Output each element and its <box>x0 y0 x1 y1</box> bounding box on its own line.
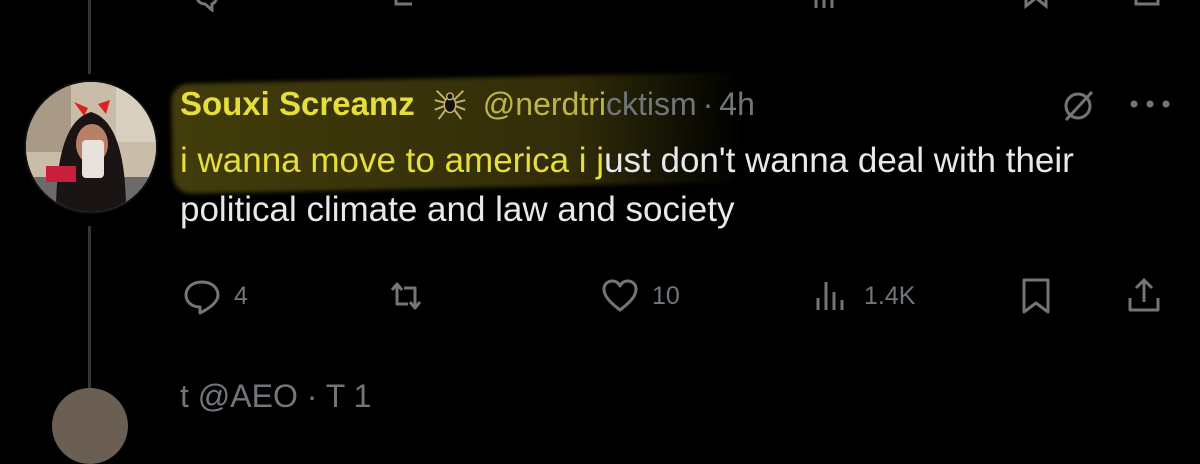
tweet-text-highlighted: i wanna move to america i j <box>180 141 605 180</box>
views-icon[interactable] <box>812 0 842 12</box>
timestamp[interactable]: 4h <box>719 86 755 123</box>
reply-icon <box>184 280 220 315</box>
user-handle[interactable]: @nerdtricktism <box>483 86 697 123</box>
like-count: 10 <box>652 281 680 310</box>
reply-icon[interactable] <box>190 0 220 12</box>
more-dots-icon[interactable] <box>1128 96 1172 112</box>
repost-icon <box>390 282 422 310</box>
bookmark-icon[interactable] <box>1022 0 1052 12</box>
view-count: 1.4K <box>864 281 916 310</box>
action-bar: 4 10 1.4K <box>0 270 1200 322</box>
next-tweet-header: t @AEO · T 1 <box>180 378 372 414</box>
display-name[interactable]: Souxi Screamz <box>180 85 415 123</box>
spider-icon <box>434 90 466 120</box>
repost-icon[interactable] <box>392 0 422 12</box>
avatar-image <box>26 82 156 212</box>
views-bars-icon <box>816 282 844 310</box>
handle-highlighted: @nerdtri <box>482 85 606 122</box>
avatar[interactable] <box>24 80 158 214</box>
handle-rest: cktism <box>605 85 697 122</box>
next-tweet-avatar[interactable] <box>52 388 128 464</box>
reply-count: 4 <box>234 281 248 310</box>
share-icon <box>1128 278 1160 312</box>
share-button[interactable] <box>1124 270 1164 322</box>
previous-tweet-actions <box>0 0 1200 12</box>
share-icon[interactable] <box>1132 0 1162 12</box>
views-button[interactable]: 1.4K <box>812 270 915 322</box>
grok-slash-icon[interactable] <box>1058 86 1098 126</box>
reply-button[interactable]: 4 <box>182 270 248 322</box>
repost-button[interactable] <box>386 270 426 322</box>
separator-dot: · <box>702 85 714 122</box>
tweet-text: i wanna move to america i just don't wan… <box>180 136 1180 234</box>
bookmark-icon <box>1022 278 1050 314</box>
tweet-header: Souxi Screamz @nerdtricktism · 4h <box>180 82 755 126</box>
heart-icon <box>602 279 638 312</box>
bookmark-button[interactable] <box>1016 270 1056 322</box>
like-button[interactable]: 10 <box>600 270 680 322</box>
